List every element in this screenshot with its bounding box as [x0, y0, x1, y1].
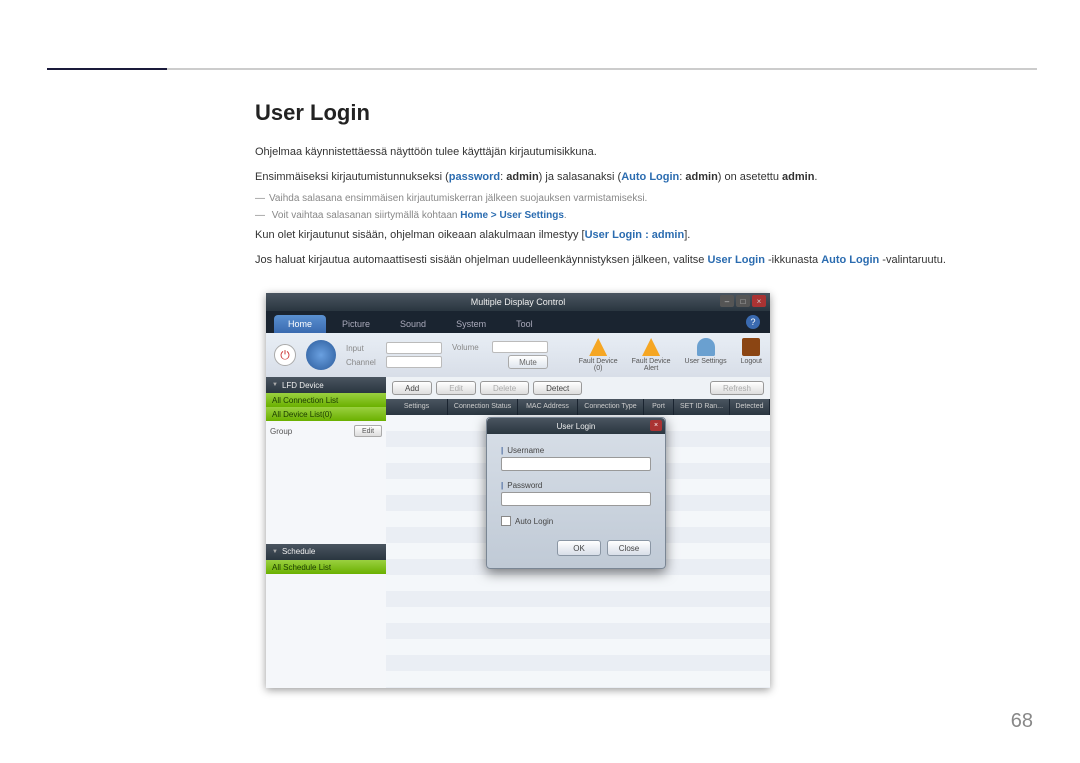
paragraph-3: Kun olet kirjautunut sisään, ohjelman oi… — [255, 227, 1033, 244]
paragraph-2: Ensimmäiseksi kirjautumistunnukseksi (pa… — [255, 169, 1033, 186]
help-button[interactable]: ? — [746, 315, 760, 329]
refresh-button[interactable]: Refresh — [710, 381, 764, 395]
auto-login-label: Auto Login — [515, 517, 553, 526]
paragraph-4: Jos haluat kirjautua automaattisesti sis… — [255, 252, 1033, 269]
minimize-button[interactable]: – — [720, 295, 734, 307]
sidebar-schedule-header[interactable]: Schedule — [266, 544, 386, 560]
note-2: Voit vaihtaa salasanan siirtymällä kohta… — [255, 210, 1033, 221]
user-icon — [697, 338, 715, 356]
detect-button[interactable]: Detect — [533, 381, 582, 395]
tab-home[interactable]: Home — [274, 315, 326, 333]
group-label: Group — [270, 427, 292, 436]
app-window: Multiple Display Control – □ × Home Pict… — [266, 293, 770, 688]
close-button[interactable]: Close — [607, 540, 651, 556]
tab-system[interactable]: System — [442, 315, 500, 333]
toolbar: ⏻ Input Channel Volume Mute Fault Device… — [266, 333, 770, 377]
tab-bar: Home Picture Sound System Tool ? — [266, 311, 770, 333]
warning-icon — [589, 338, 607, 356]
column-headers: Settings Connection Status MAC Address C… — [386, 399, 770, 415]
sidebar-all-connection[interactable]: All Connection List — [266, 393, 386, 407]
tab-picture[interactable]: Picture — [328, 315, 384, 333]
door-icon — [742, 338, 760, 356]
fault-device-action[interactable]: Fault Device (0) — [579, 338, 618, 372]
warning-icon — [642, 338, 660, 356]
volume-select[interactable] — [492, 341, 548, 353]
tab-tool[interactable]: Tool — [502, 315, 547, 333]
close-window-button[interactable]: × — [752, 295, 766, 307]
power-icon[interactable]: ⏻ — [274, 344, 296, 366]
mute-button[interactable]: Mute — [508, 355, 548, 369]
delete-button[interactable]: Delete — [480, 381, 529, 395]
col-conntype[interactable]: Connection Type — [578, 399, 644, 415]
dialog-titlebar: User Login × — [487, 418, 665, 434]
page-heading: User Login — [255, 100, 1033, 126]
col-connstatus[interactable]: Connection Status — [448, 399, 518, 415]
schedule-pane — [266, 574, 386, 689]
col-setid[interactable]: SET ID Ran... — [674, 399, 730, 415]
col-detected[interactable]: Detected — [730, 399, 770, 415]
password-input[interactable] — [501, 492, 651, 506]
note-1: Vaihda salasana ensimmäisen kirjautumisk… — [255, 193, 1033, 204]
group-edit-button[interactable]: Edit — [354, 425, 382, 437]
maximize-button[interactable]: □ — [736, 295, 750, 307]
sidebar-all-schedule[interactable]: All Schedule List — [266, 560, 386, 574]
sidebar-lfd-header[interactable]: LFD Device — [266, 377, 386, 393]
username-label: Username — [501, 446, 651, 455]
main-area: Add Edit Delete Detect Refresh Settings … — [386, 377, 770, 688]
dialog-close-button[interactable]: × — [650, 420, 662, 431]
window-title: Multiple Display Control — [471, 297, 566, 307]
logout-action[interactable]: Logout — [741, 338, 762, 372]
page-number: 68 — [1011, 710, 1033, 733]
volume-label: Volume — [452, 343, 488, 352]
channel-select[interactable] — [386, 356, 442, 368]
tab-sound[interactable]: Sound — [386, 315, 440, 333]
col-port[interactable]: Port — [644, 399, 674, 415]
fault-alert-action[interactable]: Fault Device Alert — [632, 338, 671, 372]
password-label: Password — [501, 481, 651, 490]
input-select[interactable] — [386, 342, 442, 354]
col-settings[interactable]: Settings — [386, 399, 448, 415]
status-orb — [306, 340, 336, 370]
dialog-title: User Login — [557, 422, 596, 431]
auto-login-checkbox[interactable] — [501, 516, 511, 526]
user-settings-action[interactable]: User Settings — [685, 338, 727, 372]
login-dialog: User Login × Username Password Auto Logi… — [486, 417, 666, 569]
titlebar: Multiple Display Control – □ × — [266, 293, 770, 311]
col-mac[interactable]: MAC Address — [518, 399, 578, 415]
paragraph-1: Ohjelmaa käynnistettäessä näyttöön tulee… — [255, 144, 1033, 161]
ok-button[interactable]: OK — [557, 540, 601, 556]
input-label: Input — [346, 344, 382, 353]
edit-button[interactable]: Edit — [436, 381, 476, 395]
sidebar-group-pane: Group Edit — [266, 421, 386, 544]
sidebar: LFD Device All Connection List All Devic… — [266, 377, 386, 688]
channel-label: Channel — [346, 358, 382, 367]
username-input[interactable] — [501, 457, 651, 471]
sidebar-all-device[interactable]: All Device List(0) — [266, 407, 386, 421]
add-button[interactable]: Add — [392, 381, 432, 395]
